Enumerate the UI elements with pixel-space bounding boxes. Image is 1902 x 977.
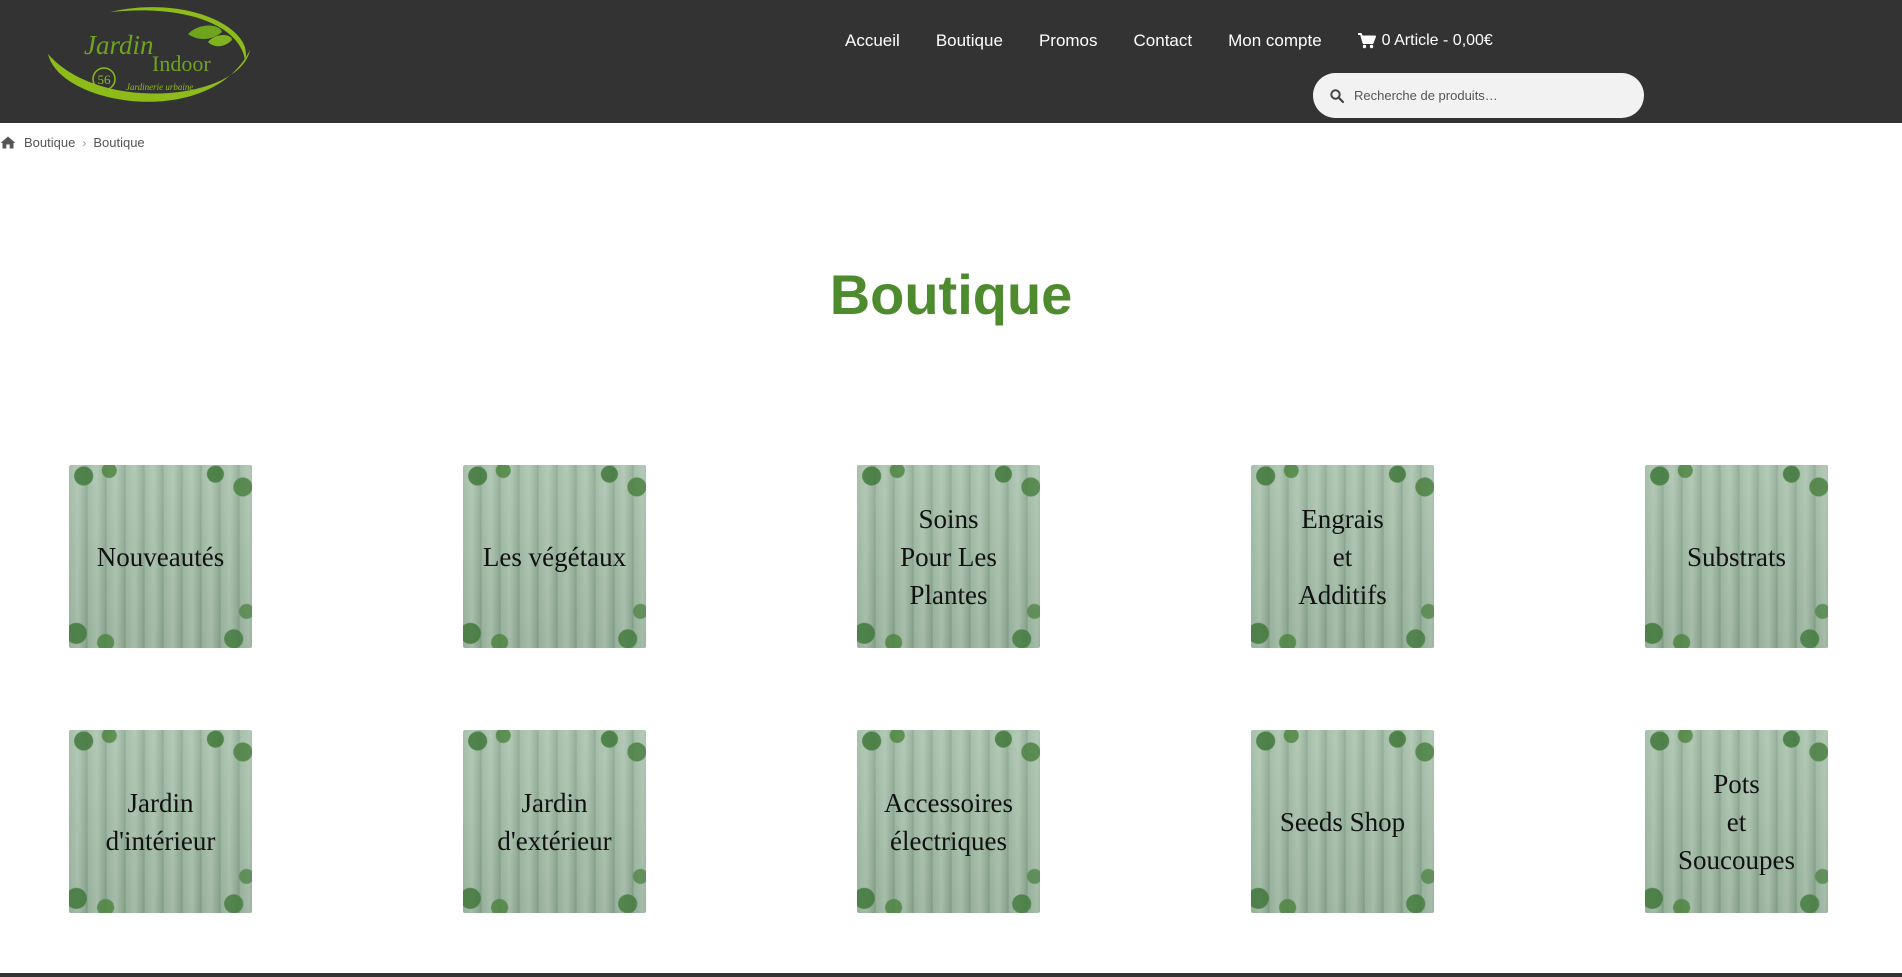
breadcrumb-current: Boutique (93, 135, 145, 150)
logo-badge: 56 (98, 72, 112, 87)
category-label: Les végétaux (482, 541, 627, 572)
category-tile-substrats[interactable]: Substrats (1645, 465, 1828, 648)
home-icon (0, 136, 16, 149)
page-title: Boutique (829, 263, 1073, 326)
logo-text-indoor: Indoor (152, 51, 211, 76)
logo-text-jardin: Jardin (84, 30, 154, 60)
category-tile-soins-pour-les-plantes[interactable]: Soins Pour Les Plantes (857, 465, 1040, 648)
breadcrumb-link-boutique[interactable]: Boutique (24, 135, 75, 150)
breadcrumb: Boutique › Boutique (0, 135, 145, 150)
category-label: Pots et Soucoupes (1678, 768, 1795, 875)
category-tile-seeds-shop[interactable]: Seeds Shop (1251, 730, 1434, 913)
main-nav: Accueil Boutique Promos Contact Mon comp… (845, 28, 1493, 54)
category-label: Nouveautés (96, 541, 225, 572)
product-search[interactable] (1313, 73, 1644, 118)
category-label: Soins Pour Les Plantes (900, 503, 997, 610)
category-label: Seeds Shop (1279, 806, 1406, 837)
cart-icon (1357, 33, 1376, 49)
category-tile-jardin-exterieur[interactable]: Jardin d'extérieur (463, 730, 646, 913)
footer-border (0, 973, 1902, 977)
site-logo[interactable]: 56 Jardin Indoor Jardinerie urbaine (40, 2, 260, 124)
nav-contact[interactable]: Contact (1134, 31, 1193, 51)
category-tile-accessoires-electriques[interactable]: Accessoires électriques (857, 730, 1040, 913)
category-tile-les-vegetaux[interactable]: Les végétaux (463, 465, 646, 648)
category-tile-jardin-interieur[interactable]: Jardin d'intérieur (69, 730, 252, 913)
breadcrumb-home[interactable] (0, 136, 16, 149)
search-icon (1330, 88, 1344, 103)
category-tile-pots-et-soucoupes[interactable]: Pots et Soucoupes (1645, 730, 1828, 913)
logo-graphic: 56 Jardin Indoor Jardinerie urbaine (48, 7, 250, 102)
category-label: Jardin d'extérieur (497, 787, 612, 856)
category-tile-engrais-et-additifs[interactable]: Engrais et Additifs (1251, 465, 1434, 648)
category-label: Accessoires électriques (884, 787, 1013, 856)
site-header: 56 Jardin Indoor Jardinerie urbaine Accu… (0, 0, 1902, 123)
cart-summary: 0 Article - 0,00€ (1381, 32, 1493, 49)
category-label: Substrats (1686, 541, 1786, 572)
logo-tagline: Jardinerie urbaine (126, 82, 193, 92)
category-tile-nouveautes[interactable]: Nouveautés (69, 465, 252, 648)
nav-promos[interactable]: Promos (1039, 31, 1098, 51)
nav-boutique[interactable]: Boutique (936, 31, 1003, 51)
category-label: Jardin d'intérieur (105, 787, 216, 856)
search-input[interactable] (1354, 88, 1624, 103)
cart-link[interactable]: 0 Article - 0,00€ (1357, 32, 1493, 50)
nav-mon-compte[interactable]: Mon compte (1228, 31, 1322, 51)
breadcrumb-separator: › (82, 135, 87, 150)
nav-accueil[interactable]: Accueil (845, 31, 900, 51)
category-label: Engrais et Additifs (1298, 503, 1387, 610)
